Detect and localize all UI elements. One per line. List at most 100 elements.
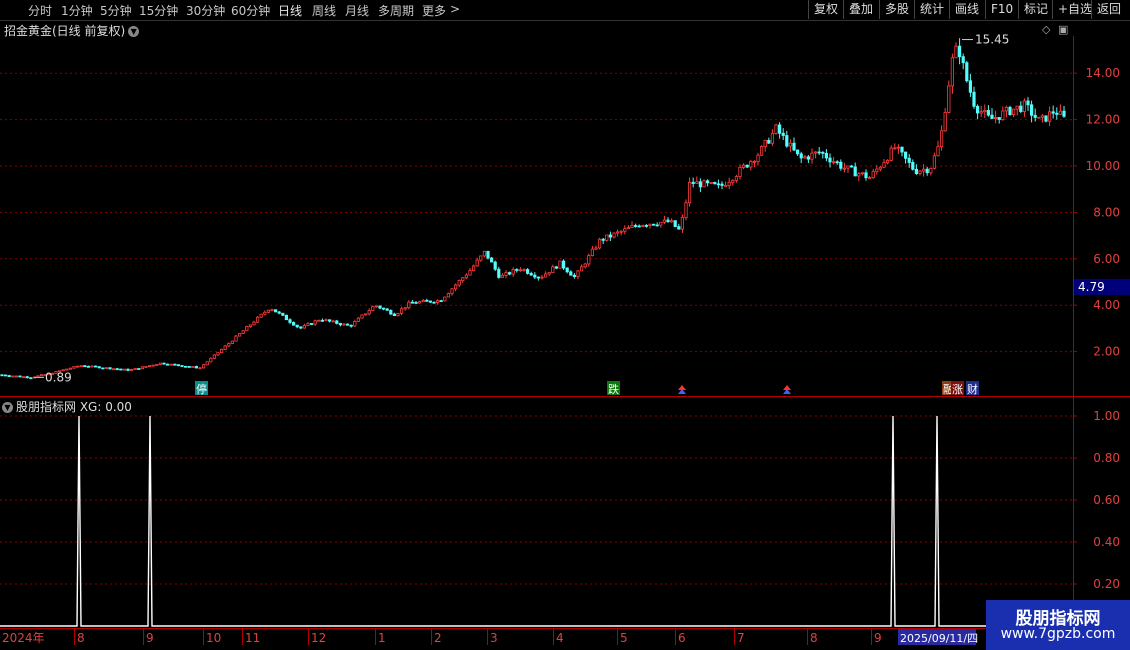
candle-body	[79, 365, 83, 368]
candle-body	[356, 317, 361, 322]
candle	[277, 310, 281, 315]
candle	[986, 105, 991, 117]
candle	[529, 271, 533, 276]
candle	[623, 225, 627, 235]
candle	[918, 169, 922, 176]
candle	[580, 264, 584, 272]
candle	[994, 110, 998, 124]
candle-body	[309, 323, 314, 325]
candle-body	[302, 324, 307, 329]
x-tick-label: 1	[378, 631, 386, 645]
candle	[191, 365, 195, 368]
candle-body	[396, 312, 400, 317]
candle	[133, 368, 137, 370]
candle	[403, 307, 407, 311]
candle-body	[601, 238, 605, 241]
candle	[140, 366, 144, 370]
x-tick-label: 9	[146, 631, 154, 645]
candle-body	[1019, 105, 1023, 112]
candle	[500, 273, 505, 278]
candle-body	[241, 330, 245, 334]
candle	[169, 363, 173, 366]
candle	[1015, 105, 1019, 116]
x-tick-label: 8	[810, 631, 818, 645]
indicator-title: ▼ 股朋指标网 XG: 0.00	[2, 398, 132, 415]
candle	[612, 232, 616, 239]
candle-body	[864, 172, 868, 179]
chevron-down-icon[interactable]: ▼	[2, 402, 13, 413]
candle-body	[417, 301, 422, 304]
candle	[526, 268, 530, 275]
candle	[360, 314, 364, 319]
candle-body	[652, 223, 656, 226]
candle-body	[507, 272, 512, 275]
candle-body	[76, 365, 80, 368]
candle	[997, 116, 1001, 124]
candle	[201, 363, 206, 369]
candle	[644, 224, 649, 228]
candle-body	[677, 226, 681, 230]
candle	[363, 313, 368, 316]
candle	[245, 325, 249, 332]
candle-body	[349, 324, 353, 327]
candle-body	[936, 146, 940, 157]
candle	[72, 366, 76, 369]
candle	[950, 53, 955, 94]
candle	[76, 365, 80, 368]
candle	[979, 105, 983, 118]
candle	[702, 179, 706, 188]
candle	[489, 256, 494, 263]
candle	[554, 266, 559, 270]
candle	[1062, 105, 1066, 118]
candle	[720, 181, 724, 190]
candle-body	[68, 367, 72, 370]
candle	[954, 42, 958, 59]
candle-body	[273, 309, 278, 313]
candle	[270, 308, 274, 312]
candle	[749, 159, 753, 171]
candle-body	[40, 374, 44, 377]
candle-body	[374, 305, 379, 308]
candle-body	[558, 260, 562, 269]
candle	[389, 309, 393, 316]
candle-body	[774, 124, 778, 134]
candle	[497, 266, 501, 279]
candle-body	[1044, 115, 1048, 122]
candle-body	[230, 340, 234, 344]
candle-body	[1033, 114, 1037, 118]
x-tick-label: 2	[434, 631, 442, 645]
candle-body	[781, 132, 785, 136]
candle-body	[183, 365, 188, 368]
event-arrow-icon	[678, 385, 686, 390]
candle	[738, 164, 742, 180]
candle	[846, 165, 850, 173]
candle-body	[21, 376, 26, 379]
candle-body	[133, 368, 137, 370]
candle-body	[29, 377, 33, 380]
candle	[925, 166, 929, 176]
candle-body	[799, 153, 803, 159]
candle-body	[911, 162, 915, 170]
candle	[882, 159, 886, 169]
candle	[544, 271, 548, 278]
candle-body	[385, 308, 389, 311]
candle-body	[277, 311, 281, 314]
candle	[435, 299, 440, 305]
candle-body	[504, 272, 508, 276]
candle-body	[147, 365, 152, 368]
candle	[576, 269, 580, 280]
candle-body	[565, 267, 569, 273]
candle-body	[688, 181, 692, 204]
candle-body	[443, 296, 447, 302]
candle-body	[252, 321, 256, 326]
candle	[399, 306, 404, 316]
candle-body	[850, 165, 854, 168]
candle-body	[97, 366, 101, 369]
candle	[958, 38, 962, 65]
candle	[662, 215, 667, 225]
candle	[943, 107, 947, 132]
candle-body	[760, 146, 764, 156]
main-y-tick-label: 12.00	[1086, 113, 1120, 127]
candle-body	[86, 365, 90, 368]
candle-body	[965, 62, 969, 82]
